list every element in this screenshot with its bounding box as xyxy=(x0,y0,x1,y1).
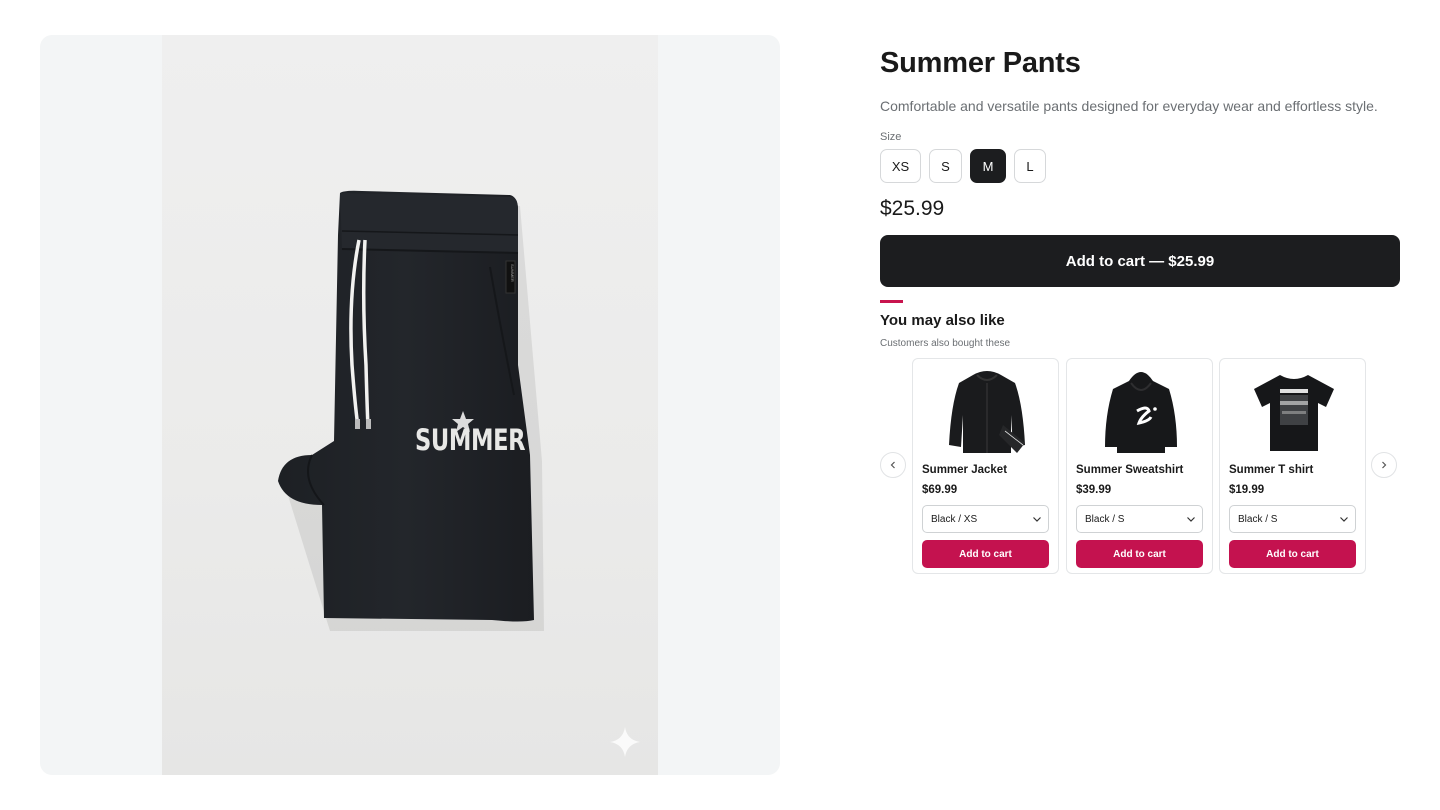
size-selector: XS S M L xyxy=(880,149,1046,183)
card-product-price: $19.99 xyxy=(1229,484,1265,496)
recommendations-subtitle: Customers also bought these xyxy=(880,338,1011,349)
size-option-m[interactable]: M xyxy=(970,149,1006,183)
pants-illustration xyxy=(278,190,544,631)
recommendation-card: Summer Jacket $69.99 Black / XS Add to c… xyxy=(912,358,1059,574)
size-label: Size xyxy=(880,131,902,143)
variant-select[interactable]: Black / S xyxy=(1076,505,1203,533)
recommendation-card: Summer T shirt $19.99 Black / S Add to c… xyxy=(1219,358,1366,574)
size-option-s[interactable]: S xyxy=(929,149,962,183)
tshirt-thumbnail xyxy=(1254,375,1334,451)
sparkle-icon xyxy=(610,727,640,757)
product-price: $25.99 xyxy=(880,197,945,220)
variant-select-value: Black / XS xyxy=(931,513,978,525)
product-image-panel: SUMMER SUMMER xyxy=(40,35,780,775)
jacket-thumbnail xyxy=(949,371,1025,453)
variant-select[interactable]: Black / S xyxy=(1229,505,1356,533)
carousel-next-button[interactable] xyxy=(1371,452,1397,478)
recommendations-title: You may also like xyxy=(880,312,1005,329)
waistband-tag-text: SUMMER xyxy=(510,264,515,282)
chevron-down-icon xyxy=(1340,517,1348,522)
variant-select-value: Black / S xyxy=(1085,513,1125,525)
product-title: Summer Pants xyxy=(880,47,1081,79)
size-option-l[interactable]: L xyxy=(1014,149,1046,183)
card-add-to-cart-button[interactable]: Add to cart xyxy=(1076,540,1203,568)
chevron-down-icon xyxy=(1187,517,1195,522)
card-product-price: $69.99 xyxy=(922,484,958,496)
chevron-left-icon xyxy=(890,461,895,469)
pants-print-text: SUMMER xyxy=(415,423,526,457)
add-to-cart-button[interactable]: Add to cart — $25.99 xyxy=(880,235,1400,287)
card-add-to-cart-button[interactable]: Add to cart xyxy=(1229,540,1356,568)
card-product-price: $39.99 xyxy=(1076,484,1112,496)
section-accent-divider xyxy=(880,300,903,303)
variant-select[interactable]: Black / XS xyxy=(922,505,1049,533)
size-option-xs[interactable]: XS xyxy=(880,149,921,183)
card-product-name: Summer Jacket xyxy=(922,464,1008,476)
card-product-name: Summer T shirt xyxy=(1229,464,1314,476)
hoodie-thumbnail xyxy=(1105,372,1177,453)
recommendation-card: Summer Sweatshirt $39.99 Black / S Add t… xyxy=(1066,358,1213,574)
product-photo: SUMMER SUMMER xyxy=(162,35,658,775)
carousel-prev-button[interactable] xyxy=(880,452,906,478)
chevron-down-icon xyxy=(1033,517,1041,522)
product-description: Comfortable and versatile pants designed… xyxy=(880,98,1378,114)
chevron-right-icon xyxy=(1382,461,1387,469)
product-details: Summer Pants Comfortable and versatile p… xyxy=(880,0,1400,810)
variant-select-value: Black / S xyxy=(1238,513,1278,525)
card-product-name: Summer Sweatshirt xyxy=(1076,464,1184,476)
card-add-to-cart-button[interactable]: Add to cart xyxy=(922,540,1049,568)
